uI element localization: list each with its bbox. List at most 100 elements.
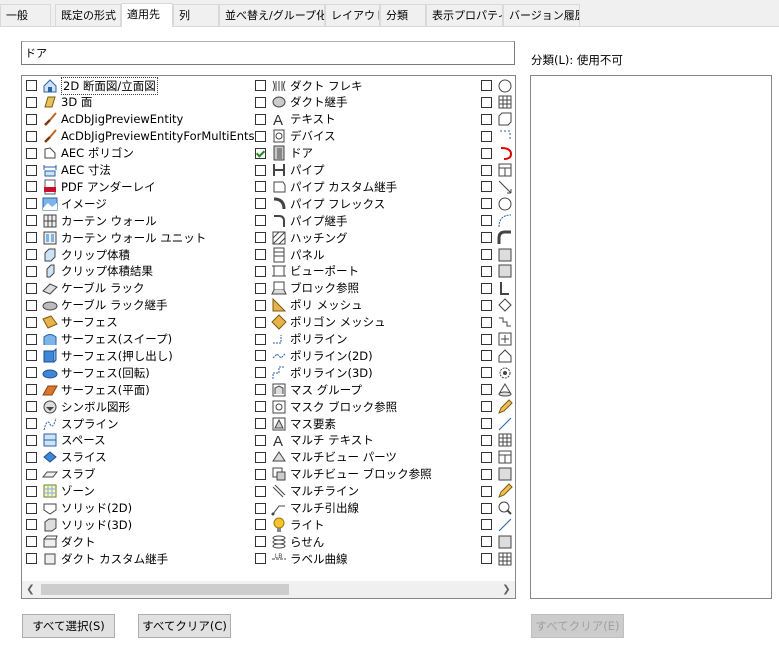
list-item[interactable] bbox=[481, 246, 515, 263]
checkbox[interactable] bbox=[26, 502, 37, 514]
checkbox[interactable] bbox=[26, 96, 37, 108]
list-item[interactable] bbox=[481, 162, 515, 179]
object-type-list[interactable]: 2D 断面図/立面図 3D 面 AcDbJigPreviewEntity AcDbJi… bbox=[21, 75, 516, 599]
list-item[interactable]: イメージ bbox=[26, 195, 107, 212]
checkbox[interactable] bbox=[255, 232, 266, 244]
list-item[interactable]: ブロック参照 bbox=[255, 280, 359, 297]
checkbox[interactable] bbox=[26, 384, 37, 396]
list-item[interactable] bbox=[481, 314, 515, 331]
list-item[interactable]: 3D 面 bbox=[26, 94, 92, 111]
scroll-right-icon[interactable]: ❯ bbox=[498, 581, 515, 598]
checkbox[interactable] bbox=[255, 536, 266, 548]
scrollbar-thumb[interactable] bbox=[41, 584, 289, 595]
list-item[interactable]: LB ラベル曲線 bbox=[255, 550, 348, 567]
list-item[interactable]: 2D 断面図/立面図 bbox=[26, 76, 158, 95]
tab-classification[interactable]: 分類 bbox=[380, 4, 426, 26]
list-item[interactable] bbox=[481, 145, 515, 162]
checkbox[interactable] bbox=[26, 113, 37, 125]
checkbox[interactable] bbox=[255, 384, 266, 396]
list-item[interactable]: スプライン bbox=[26, 415, 119, 432]
checkbox[interactable] bbox=[255, 485, 266, 497]
list-item[interactable]: マスク ブロック参照 bbox=[255, 398, 397, 415]
list-item[interactable]: ダクト フレキ bbox=[255, 77, 363, 94]
checkbox[interactable] bbox=[481, 232, 492, 244]
list-item[interactable]: AcDbJigPreviewEntityForMultiEnts bbox=[26, 128, 255, 145]
checkbox[interactable] bbox=[26, 249, 37, 260]
list-item[interactable]: ソリッド(2D) bbox=[26, 500, 132, 517]
list-item[interactable]: スラブ bbox=[26, 466, 96, 483]
list-item[interactable]: サーフェス(回転) bbox=[26, 364, 150, 381]
list-item[interactable]: ダクト bbox=[26, 533, 96, 550]
list-item[interactable] bbox=[481, 533, 515, 550]
list-item[interactable]: ゾーン bbox=[26, 483, 95, 500]
checkbox[interactable] bbox=[26, 519, 37, 531]
checkbox[interactable] bbox=[481, 96, 492, 108]
checkbox[interactable] bbox=[26, 265, 37, 277]
checkbox[interactable] bbox=[26, 536, 37, 548]
checkbox[interactable] bbox=[481, 282, 492, 294]
list-item[interactable]: カーテン ウォール ユニット bbox=[26, 229, 206, 246]
checkbox[interactable] bbox=[481, 265, 492, 277]
select-all-button[interactable]: すべて選択(S) bbox=[22, 614, 115, 638]
category-list[interactable] bbox=[530, 75, 772, 599]
checkbox[interactable] bbox=[481, 502, 492, 514]
list-item[interactable] bbox=[481, 415, 515, 432]
checkbox[interactable] bbox=[255, 147, 266, 159]
list-item[interactable]: ケーブル ラック bbox=[26, 280, 144, 297]
list-item[interactable]: パイプ継手 bbox=[255, 212, 348, 229]
checkbox[interactable] bbox=[255, 80, 266, 91]
checkbox[interactable] bbox=[255, 113, 266, 125]
tab-columns[interactable]: 列 bbox=[173, 4, 219, 26]
checkbox[interactable] bbox=[255, 265, 266, 277]
checkbox[interactable] bbox=[481, 249, 492, 260]
checkbox[interactable] bbox=[255, 164, 266, 176]
list-item[interactable]: ダクト カスタム継手 bbox=[26, 550, 168, 567]
list-item[interactable]: ハッチング bbox=[255, 229, 348, 246]
checkbox[interactable] bbox=[255, 299, 266, 311]
checkbox[interactable] bbox=[255, 367, 266, 379]
checkbox[interactable] bbox=[481, 164, 492, 176]
checkbox[interactable] bbox=[26, 282, 37, 294]
checkbox[interactable] bbox=[255, 401, 266, 413]
checkbox[interactable] bbox=[255, 316, 266, 328]
checkbox[interactable] bbox=[481, 113, 492, 125]
list-item[interactable]: マルチ引出線 bbox=[255, 500, 359, 517]
checkbox[interactable] bbox=[26, 80, 37, 91]
list-item[interactable] bbox=[481, 77, 515, 94]
list-item[interactable] bbox=[481, 280, 515, 297]
checkbox[interactable] bbox=[26, 468, 37, 480]
checkbox[interactable] bbox=[481, 181, 492, 193]
list-item[interactable]: パイプ カスタム継手 bbox=[255, 178, 397, 195]
list-item[interactable]: AEC ポリゴン bbox=[26, 145, 134, 162]
list-item[interactable] bbox=[481, 398, 515, 415]
checkbox[interactable] bbox=[26, 232, 37, 244]
list-item[interactable]: サーフェス(平面) bbox=[26, 381, 150, 398]
list-item[interactable]: サーフェス(スイープ) bbox=[26, 331, 172, 348]
list-item[interactable] bbox=[481, 550, 515, 567]
checkbox[interactable] bbox=[481, 198, 492, 210]
checkbox[interactable] bbox=[481, 519, 492, 531]
checkbox[interactable] bbox=[255, 553, 266, 565]
tab-version-history[interactable]: バージョン履歴 bbox=[503, 4, 580, 26]
list-item[interactable]: ケーブル ラック継手 bbox=[26, 297, 167, 314]
list-item[interactable]: ポリゴン メッシュ bbox=[255, 314, 386, 331]
checkbox[interactable] bbox=[481, 350, 492, 362]
checkbox[interactable] bbox=[481, 215, 492, 227]
checkbox[interactable] bbox=[481, 536, 492, 548]
tab-applies-to[interactable]: 適用先 bbox=[121, 3, 173, 27]
list-item[interactable] bbox=[481, 466, 515, 483]
checkbox[interactable] bbox=[255, 333, 266, 345]
list-item[interactable]: シンボル図形 bbox=[26, 398, 130, 415]
tab-sort-group[interactable]: 並べ替え/グループ化 bbox=[219, 4, 325, 26]
checkbox[interactable] bbox=[481, 468, 492, 480]
list-item[interactable]: パイプ bbox=[255, 162, 325, 179]
checkbox[interactable] bbox=[481, 485, 492, 497]
checkbox[interactable] bbox=[481, 384, 492, 396]
checkbox[interactable] bbox=[481, 130, 492, 142]
checkbox[interactable] bbox=[255, 215, 266, 227]
checkbox[interactable] bbox=[26, 401, 37, 413]
checkbox[interactable] bbox=[26, 164, 37, 176]
list-item[interactable]: ソリッド(3D) bbox=[26, 516, 132, 533]
list-item[interactable]: ポリライン(2D) bbox=[255, 347, 373, 364]
tab-layout[interactable]: レイアウト bbox=[325, 4, 380, 26]
